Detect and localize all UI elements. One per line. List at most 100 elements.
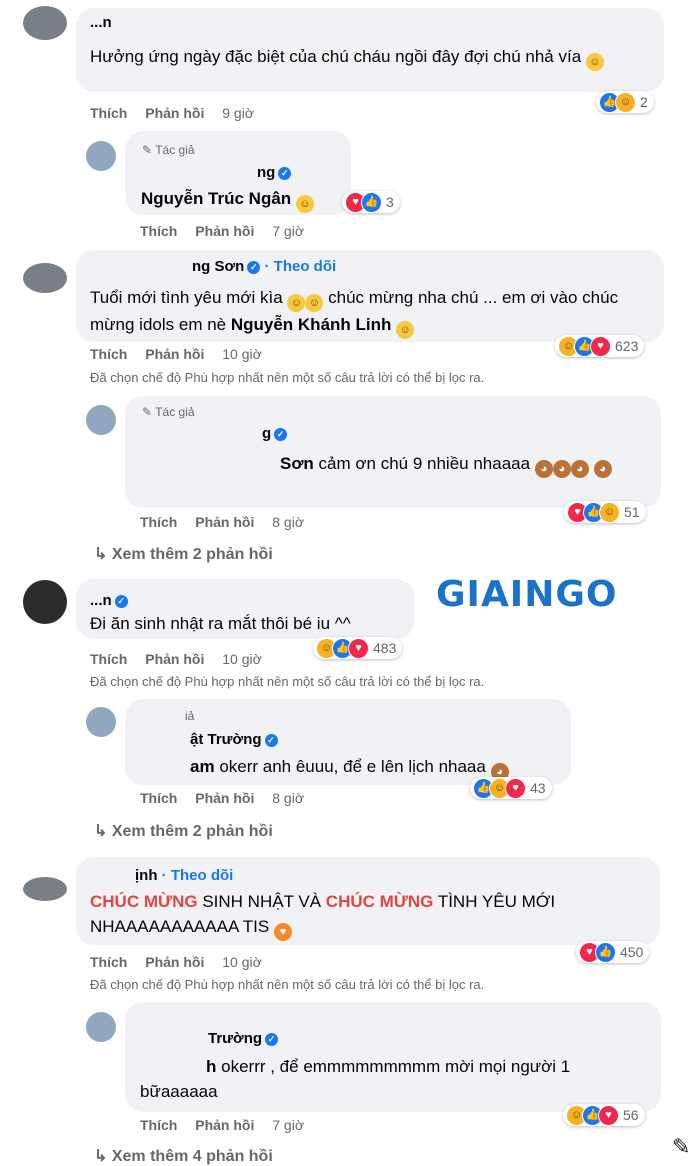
reply-actions: Thích Phản hồi 8 giờ <box>140 514 304 530</box>
comment-author-name[interactable]: ịnh · Theo dõi <box>135 867 233 884</box>
see-more-label[interactable]: Xem thêm 2 phản hồi <box>112 546 273 563</box>
avatar[interactable] <box>23 580 67 624</box>
compose-edit-icon[interactable]: ✎ <box>672 1134 690 1160</box>
haha-reaction-icon: ☺ <box>599 501 620 523</box>
reply-actions: Thích Phản hồi 7 giờ <box>140 223 304 239</box>
monkey-emoji-icon: ◕ <box>593 460 612 478</box>
like-button[interactable]: Thích <box>140 1117 177 1133</box>
mention-link[interactable]: Nguyễn Khánh Linh <box>231 315 392 334</box>
comment-actions: Thích Phản hồi 10 giờ <box>90 954 262 970</box>
timestamp[interactable]: 9 giờ <box>222 105 254 121</box>
verified-icon: ✓ <box>274 428 288 441</box>
pencil-icon: ✎ <box>142 143 153 157</box>
comment-author-name[interactable]: ...n <box>90 14 112 31</box>
like-button[interactable]: Thích <box>140 790 177 806</box>
verified-icon: ✓ <box>265 1033 279 1046</box>
reply-author-name[interactable]: Trường ✓ <box>208 1030 279 1047</box>
author-badge-label: iả <box>185 709 195 723</box>
reaction-summary[interactable]: ☺ 👍 ♥ 483 <box>313 637 403 659</box>
monkey-emoji-icon: ◕ <box>534 460 553 478</box>
reply-button[interactable]: Phản hồi <box>195 1117 254 1133</box>
reply-button[interactable]: Phản hồi <box>195 790 254 806</box>
reaction-count: 2 <box>640 94 648 110</box>
reply-arrow-icon: ↳ <box>94 1148 108 1165</box>
reaction-count: 43 <box>530 780 546 796</box>
reply-author-name[interactable]: ật Trường ✓ <box>190 731 278 748</box>
reaction-summary[interactable]: ♥ 👍 450 <box>576 941 650 963</box>
timestamp[interactable]: 7 giờ <box>272 223 304 239</box>
reaction-summary[interactable]: ☺ 👍 ♥ 56 <box>563 1104 645 1126</box>
comment-author-name-text[interactable]: ...n <box>90 592 112 609</box>
reply-button[interactable]: Phản hồi <box>145 954 204 970</box>
comment-author-name-text[interactable]: ịnh <box>135 867 158 884</box>
reply-arrow-icon: ↳ <box>94 546 108 563</box>
avatar[interactable] <box>86 141 116 171</box>
timestamp[interactable]: 8 giờ <box>272 514 304 530</box>
reply-button[interactable]: Phản hồi <box>195 223 254 239</box>
see-more-label[interactable]: Xem thêm 2 phản hồi <box>112 823 273 840</box>
reply-button[interactable]: Phản hồi <box>145 346 204 362</box>
follow-link[interactable]: · Theo dõi <box>162 867 234 884</box>
see-more-replies-link[interactable]: ↳ Xem thêm 4 phản hồi <box>94 1146 273 1166</box>
like-button[interactable]: Thích <box>90 651 127 667</box>
avatar[interactable] <box>86 707 116 737</box>
timestamp[interactable]: 10 giờ <box>222 651 262 667</box>
reply-text: Sơn cảm ơn chú 9 nhiều nhaaaa ◕ ◕ ◕ ◕ <box>140 451 650 478</box>
reply-button[interactable]: Phản hồi <box>145 105 204 121</box>
reaction-summary[interactable]: 👍 ☺ 2 <box>596 91 654 113</box>
reaction-summary[interactable]: ♥ 👍 ☺ 51 <box>564 501 646 523</box>
reply-button[interactable]: Phản hồi <box>145 651 204 667</box>
mention-link[interactable]: Sơn <box>280 454 314 473</box>
laugh-emoji-icon: ☺ <box>585 53 604 71</box>
reply-author-name-text[interactable]: ật Trường <box>190 731 262 748</box>
blush-emoji-icon: ☺ <box>305 294 324 312</box>
author-badge: ✎ Tác giả <box>142 405 195 419</box>
reply-author-name-text[interactable]: g <box>262 425 271 442</box>
avatar[interactable] <box>23 6 67 40</box>
reaction-summary[interactable]: ☺ 👍 ♥ 623 <box>555 335 645 357</box>
mention-link[interactable]: am <box>190 757 215 776</box>
see-more-replies-link[interactable]: ↳ Xem thêm 2 phản hồi <box>94 544 273 564</box>
like-button[interactable]: Thích <box>140 514 177 530</box>
like-button[interactable]: Thích <box>90 346 127 362</box>
reply-author-name-text[interactable]: ng <box>257 164 275 181</box>
comment-author-name-text[interactable]: ng Sơn <box>192 258 244 275</box>
like-button[interactable]: Thích <box>140 223 177 239</box>
timestamp[interactable]: 7 giờ <box>272 1117 304 1133</box>
author-badge: ✎ Tác giả <box>142 143 195 157</box>
author-badge-label: Tác giả <box>155 143 195 157</box>
avatar[interactable] <box>23 877 67 901</box>
reaction-count: 3 <box>386 194 394 210</box>
reaction-summary[interactable]: ♥ 👍 3 <box>342 191 400 213</box>
like-button[interactable]: Thích <box>90 954 127 970</box>
reply-text: h okerrr , để emmmmmmmmm mời mọi người 1… <box>140 1054 650 1104</box>
reply-author-name-text[interactable]: Trường <box>208 1030 262 1047</box>
reply-button[interactable]: Phản hồi <box>195 514 254 530</box>
love-reaction-icon: ♥ <box>598 1104 619 1126</box>
reply-actions: Thích Phản hồi 8 giờ <box>140 790 304 806</box>
comment-author-name[interactable]: ng Sơn ✓ · Theo dõi <box>192 258 336 275</box>
timestamp[interactable]: 10 giờ <box>222 954 262 970</box>
mention-link[interactable]: Nguyễn Trúc Ngân <box>141 189 291 208</box>
blush-emoji-icon: ☺ <box>287 294 306 312</box>
timestamp[interactable]: 10 giờ <box>222 346 262 362</box>
comment-author-name[interactable]: ...n ✓ <box>90 592 128 609</box>
like-button[interactable]: Thích <box>90 105 127 121</box>
mention-link[interactable]: h <box>206 1057 216 1076</box>
reply-author-name[interactable]: g ✓ <box>262 425 288 442</box>
see-more-replies-link[interactable]: ↳ Xem thêm 2 phản hồi <box>94 821 273 841</box>
avatar[interactable] <box>23 263 67 293</box>
reaction-count: 483 <box>373 640 397 656</box>
smiling-hearts-emoji-icon: ♥ <box>273 923 292 941</box>
comment-text-a: Tuổi mới tình yêu mới kìa <box>90 288 283 307</box>
love-reaction-icon: ♥ <box>348 637 369 659</box>
follow-link[interactable]: · Theo dõi <box>265 258 337 275</box>
avatar[interactable] <box>86 1012 116 1042</box>
avatar[interactable] <box>86 405 116 435</box>
reaction-summary[interactable]: 👍 ☺ ♥ 43 <box>470 777 552 799</box>
see-more-label[interactable]: Xem thêm 4 phản hồi <box>112 1148 273 1165</box>
timestamp[interactable]: 8 giờ <box>272 790 304 806</box>
author-badge-label: Tác giả <box>155 405 195 419</box>
reply-author-name[interactable]: ng ✓ <box>257 164 292 181</box>
verified-icon: ✓ <box>114 595 128 608</box>
